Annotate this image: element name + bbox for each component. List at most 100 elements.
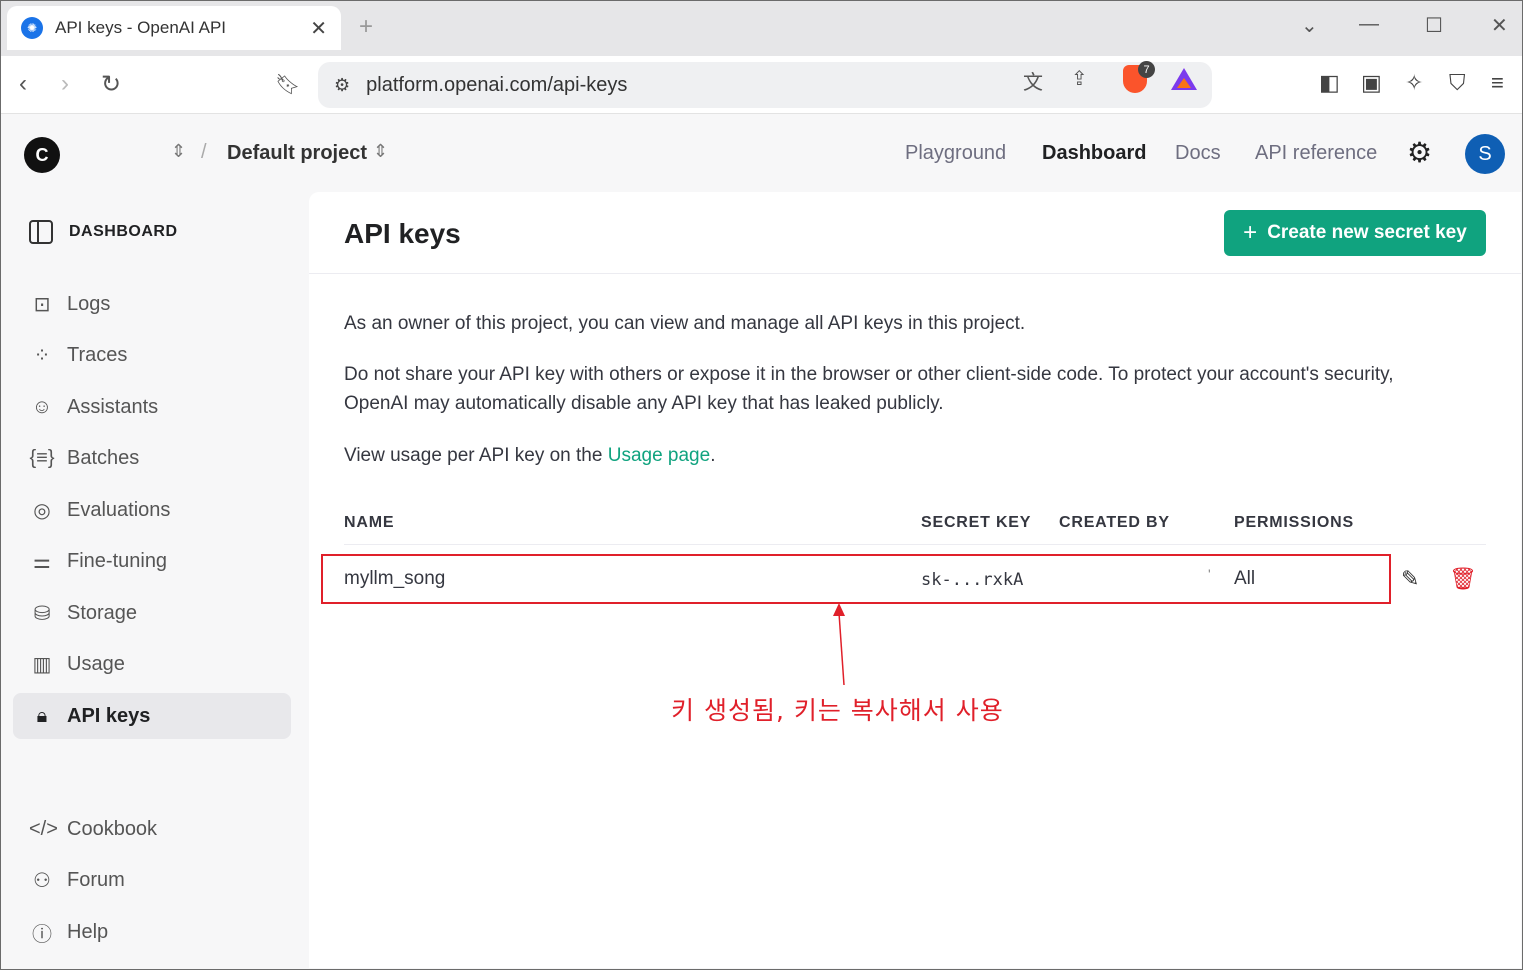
column-header-name: NAME: [344, 514, 395, 531]
sidebar-item-label: Usage: [67, 652, 125, 675]
menu-icon[interactable]: ≡: [1491, 70, 1504, 96]
table-row-highlight: [321, 554, 1391, 604]
org-switcher-icon[interactable]: ⇕: [171, 141, 186, 162]
sidebar-item-label: Assistants: [67, 395, 159, 418]
sidebar-item-batches[interactable]: {≡} Batches: [13, 435, 291, 481]
nav-dashboard[interactable]: Dashboard: [1042, 142, 1146, 165]
shields-count-badge: 7: [1138, 61, 1155, 78]
forward-icon[interactable]: ›: [61, 70, 69, 98]
usage-page-link[interactable]: Usage page: [608, 445, 710, 466]
edit-icon[interactable]: ✎: [1401, 566, 1419, 592]
vpn-icon[interactable]: ⛉: [1449, 70, 1466, 96]
sidebar-item-api-keys[interactable]: 🔒︎ API keys: [13, 693, 291, 739]
sidebar-item-label: Help: [67, 920, 109, 943]
nav-playground[interactable]: Playground: [905, 142, 1006, 165]
help-icon: ⓘ: [32, 923, 52, 946]
tab-strip: ✺ API keys - OpenAI API ✕ + ⌄ — ☐ ✕: [1, 1, 1522, 56]
create-button-label: Create new secret key: [1267, 222, 1467, 243]
org-avatar[interactable]: C: [24, 137, 60, 173]
plus-icon: +: [1243, 219, 1258, 246]
key-permissions: All: [1234, 568, 1256, 589]
page-header: API keys + Create new secret key: [309, 192, 1521, 274]
bar-chart-icon: ▥: [32, 653, 52, 676]
usage-info-suffix: .: [710, 445, 716, 466]
column-header-created-by: CREATED BY: [1059, 514, 1170, 531]
openai-favicon-icon: ✺: [21, 17, 43, 39]
sidebar-item-forum[interactable]: ⚇ Forum: [13, 857, 291, 903]
tab-title: API keys - OpenAI API: [55, 18, 227, 37]
trash-icon[interactable]: 🗑︎: [1449, 566, 1477, 592]
sidebar-item-label: Logs: [67, 292, 111, 315]
browser-toolbar: ‹ › ↻ 🔖︎ ⚙︎ platform.openai.com/api-keys…: [1, 56, 1522, 114]
column-header-secret-key: SECRET KEY: [921, 514, 1032, 531]
sidebar-heading-label: DASHBOARD: [69, 223, 178, 240]
sidebar-heading[interactable]: DASHBOARD: [29, 220, 178, 244]
key-name: myllm_song: [344, 568, 446, 589]
key-created-by: ': [1208, 566, 1211, 582]
sidebar-item-label: Cookbook: [67, 817, 158, 840]
tab-search-chevron-icon[interactable]: ⌄: [1301, 13, 1318, 38]
browser-tab[interactable]: ✺ API keys - OpenAI API ✕: [7, 6, 341, 50]
wallet-icon[interactable]: ▣: [1361, 70, 1382, 96]
url-text: platform.openai.com/api-keys: [366, 73, 628, 96]
new-tab-icon[interactable]: +: [359, 13, 373, 41]
back-icon[interactable]: ‹: [19, 70, 27, 98]
terminal-icon: ⊡: [33, 293, 51, 316]
site-settings-icon[interactable]: ⚙︎: [334, 75, 350, 96]
code-icon: </>: [29, 817, 58, 840]
owner-info-text: As an owner of this project, you can vie…: [344, 313, 1026, 334]
sliders-icon: ⚌: [33, 550, 51, 573]
sidebar-item-fine-tuning[interactable]: ⚌ Fine-tuning: [13, 538, 291, 584]
assistant-icon: ☺: [31, 395, 53, 418]
sidebar-item-label: Storage: [67, 601, 138, 624]
lock-icon: 🔒︎: [36, 704, 48, 727]
column-header-permissions: PERMISSIONS: [1234, 514, 1354, 531]
sidebar-item-label: Fine-tuning: [67, 549, 168, 572]
usage-info-prefix: View usage per API key on the: [344, 445, 608, 466]
project-selector[interactable]: Default project: [227, 142, 367, 165]
close-tab-icon[interactable]: ✕: [310, 16, 327, 41]
close-window-icon[interactable]: ✕: [1491, 13, 1508, 38]
brave-rewards-inner: [1177, 78, 1191, 88]
nav-docs[interactable]: Docs: [1175, 142, 1221, 165]
share-icon[interactable]: ⇪: [1071, 66, 1088, 91]
app-header: C ⇕ / Default project ⇕ Playground Dashb…: [1, 114, 1522, 192]
sidebar-item-cookbook[interactable]: </> Cookbook: [13, 806, 291, 852]
panel-icon: [29, 220, 53, 244]
user-avatar[interactable]: S: [1465, 134, 1505, 174]
annotation-text: 키 생성됨, 키는 복사해서 사용: [671, 696, 1004, 725]
annotation-arrow: [833, 603, 845, 686]
sidebar-item-assistants[interactable]: ☺ Assistants: [13, 384, 291, 430]
minimize-icon[interactable]: —: [1359, 13, 1379, 36]
browser-window: ✺ API keys - OpenAI API ✕ + ⌄ — ☐ ✕ ‹ › …: [0, 0, 1523, 970]
usage-info-text: View usage per API key on the Usage page…: [344, 441, 1454, 470]
maximize-icon[interactable]: ☐: [1425, 13, 1443, 38]
key-secret: sk-...rxkA: [921, 570, 1024, 590]
leo-ai-icon[interactable]: ✧: [1405, 70, 1423, 96]
sidebar-toggle-icon[interactable]: ◧: [1319, 70, 1340, 96]
traces-icon: ⁘: [33, 344, 51, 367]
sidebar-item-logs[interactable]: ⊡ Logs: [13, 281, 291, 327]
security-warning-text: Do not share your API key with others or…: [344, 364, 1394, 414]
sidebar-item-help[interactable]: ⓘ Help: [13, 909, 291, 955]
batches-icon: {≡}: [29, 446, 55, 469]
sidebar-item-evaluations[interactable]: ◎ Evaluations: [13, 487, 291, 533]
settings-gear-icon[interactable]: ⚙: [1407, 136, 1432, 169]
sidebar-item-storage[interactable]: ⛁ Storage: [13, 590, 291, 636]
page-title: API keys: [344, 218, 461, 249]
sidebar-item-label: Evaluations: [67, 498, 171, 521]
nav-api-reference[interactable]: API reference: [1255, 142, 1377, 165]
sidebar-item-label: Forum: [67, 868, 125, 891]
project-switcher-icon[interactable]: ⇕: [373, 141, 388, 162]
sidebar: DASHBOARD ⊡ Logs ⁘ Traces ☺ Assistants {…: [1, 192, 307, 969]
bookmark-icon[interactable]: 🔖︎: [275, 72, 300, 97]
create-secret-key-button[interactable]: + Create new secret key: [1224, 210, 1486, 256]
sidebar-item-label: Traces: [67, 343, 128, 366]
evaluations-icon: ◎: [33, 499, 51, 522]
sidebar-item-traces[interactable]: ⁘ Traces: [13, 332, 291, 378]
reload-icon[interactable]: ↻: [101, 70, 121, 99]
sidebar-item-label: Batches: [67, 446, 140, 469]
users-icon: ⚇: [33, 869, 51, 892]
sidebar-item-usage[interactable]: ▥ Usage: [13, 641, 291, 687]
translate-icon[interactable]: 文: [1023, 66, 1043, 95]
